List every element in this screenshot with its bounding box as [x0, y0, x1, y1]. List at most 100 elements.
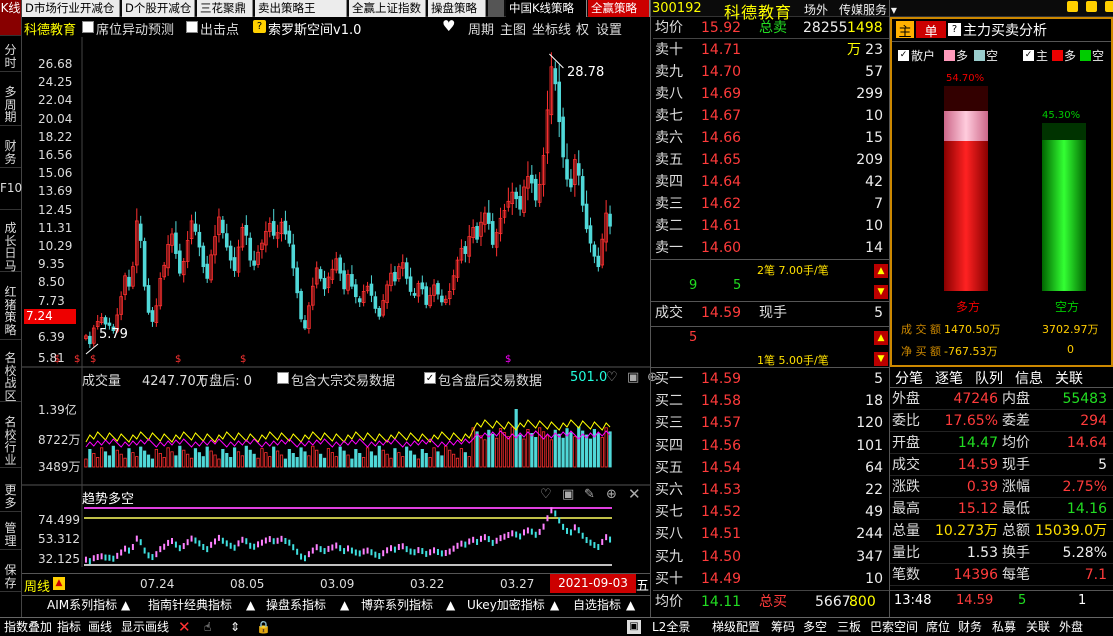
menu-shanghai-index[interactable]: 全赢上证指数: [349, 0, 426, 17]
ask-scroll-down[interactable]: ▼: [874, 285, 888, 299]
status-third-board[interactable]: 三板: [837, 619, 861, 636]
tab-game-arrow[interactable]: ▲: [446, 597, 455, 614]
status-seat[interactable]: 席位: [926, 619, 950, 636]
status-l2[interactable]: L2全景: [652, 619, 690, 636]
tab-ukey-arrow[interactable]: ▲: [550, 597, 559, 614]
menu-rights[interactable]: 权: [576, 19, 589, 38]
checkbox-block-trade[interactable]: [277, 372, 289, 384]
bid-scroll-up[interactable]: ▲: [874, 331, 888, 345]
tab-compass-arrow[interactable]: ▲: [246, 597, 255, 614]
status-finance[interactable]: 财务: [958, 619, 982, 636]
close-draw-icon[interactable]: ✕: [178, 619, 191, 636]
bid-row[interactable]: 买三 14.57 120: [653, 412, 889, 434]
menu-sell-strategy[interactable]: 卖出策略王: [255, 0, 347, 17]
trend-zoom-icon[interactable]: ⊕: [606, 487, 617, 502]
tab-related[interactable]: 关联: [1055, 368, 1083, 388]
bid-row[interactable]: 买十 14.49 10: [653, 568, 889, 590]
vertical-move-icon[interactable]: ⇕: [230, 619, 240, 636]
checkbox-seat-forecast[interactable]: [82, 21, 94, 33]
status-outer[interactable]: 外盘: [1059, 619, 1083, 636]
checkbox-strike-point[interactable]: [186, 21, 198, 33]
bid-row[interactable]: 买二 14.58 18: [653, 390, 889, 412]
tab-custom[interactable]: 自选指标: [573, 597, 621, 614]
fund-help-icon[interactable]: ?: [948, 23, 961, 36]
ask-row[interactable]: 卖三 14.62 7: [653, 193, 889, 215]
tab-f10[interactable]: F10: [0, 180, 22, 210]
menu-axis[interactable]: 坐标线: [532, 19, 571, 38]
bid-row[interactable]: 买五 14.54 64: [653, 457, 889, 479]
ask-row[interactable]: 卖四 14.64 42: [653, 171, 889, 193]
tab-game[interactable]: 博弈系列指标: [361, 597, 433, 614]
pointer-icon[interactable]: ☝: [204, 619, 211, 636]
trend-save-icon[interactable]: ▣: [562, 487, 574, 502]
status-ladder[interactable]: 梯级配置: [712, 619, 760, 636]
ask-row[interactable]: 卖一 14.60 14: [653, 237, 889, 259]
status-long-short[interactable]: 多空: [803, 619, 827, 636]
tab-main-force[interactable]: 主: [896, 21, 914, 40]
status-chips[interactable]: 筹码: [771, 619, 795, 636]
tab-more[interactable]: 更多: [0, 482, 21, 512]
status-draw[interactable]: 画线: [88, 619, 112, 636]
help-icon[interactable]: ?: [253, 20, 266, 33]
tab-aim-arrow[interactable]: ▲: [121, 597, 130, 614]
status-private[interactable]: 私募: [992, 619, 1016, 636]
tab-school-industry[interactable]: 名校行业: [0, 414, 21, 468]
heart-icon[interactable]: ♥: [442, 17, 455, 35]
status-show-draw[interactable]: 显示画线: [121, 619, 169, 636]
status-related[interactable]: 关联: [1026, 619, 1050, 636]
tab-ticks[interactable]: 分笔: [895, 368, 923, 388]
checkbox-retail[interactable]: ✓: [898, 50, 909, 61]
menu-quanying[interactable]: 全赢策略: [588, 0, 650, 17]
bid-row[interactable]: 买八 14.51 244: [653, 523, 889, 545]
menu-sanhua[interactable]: 三花聚鼎: [197, 0, 253, 17]
ask-row[interactable]: 卖十 14.71 23: [653, 39, 889, 61]
tab-compass[interactable]: 指南针经典指标: [148, 597, 232, 614]
trend-settings-icon[interactable]: ✎: [584, 487, 595, 502]
tab-operation-arrow[interactable]: ▲: [340, 597, 349, 614]
period-warning-icon[interactable]: ▲: [53, 577, 65, 590]
tab-red-pig[interactable]: 红猪策略: [0, 284, 21, 340]
heart-icon-2[interactable]: ♡: [606, 370, 618, 385]
tab-multi-period[interactable]: 多周期: [0, 84, 21, 126]
lock-panel-icon[interactable]: ▣: [627, 620, 641, 634]
tab-finance[interactable]: 财务: [0, 138, 21, 168]
tab-aim[interactable]: AIM系列指标: [47, 597, 117, 614]
trend-heart-icon[interactable]: ♡: [540, 487, 552, 502]
bid-row[interactable]: 买七 14.52 49: [653, 501, 889, 523]
bid-row[interactable]: 买四 14.56 101: [653, 435, 889, 457]
tab-tick-by-tick[interactable]: 逐笔: [935, 368, 963, 388]
lock-icon[interactable]: 🔒: [256, 619, 271, 636]
status-index-overlay[interactable]: 指数叠加: [4, 619, 52, 636]
tab-info[interactable]: 信息: [1015, 368, 1043, 388]
tab-queue[interactable]: 队列: [975, 368, 1003, 388]
tab-manage[interactable]: 管理: [0, 520, 21, 550]
checkbox-after-hours[interactable]: ✓: [424, 372, 436, 384]
tab-timeshare[interactable]: 分时: [0, 42, 21, 72]
menu-market-industry[interactable]: D市场行业开减仓: [22, 0, 120, 17]
ask-row[interactable]: 卖九 14.70 57: [653, 61, 889, 83]
bid-row[interactable]: 买六 14.53 22: [653, 479, 889, 501]
tab-ukey[interactable]: Ukey加密指标: [467, 597, 545, 614]
save-icon[interactable]: ▣: [627, 370, 639, 385]
tab-custom-arrow[interactable]: ▲: [626, 597, 635, 614]
ask-row[interactable]: 卖八 14.69 299: [653, 83, 889, 105]
status-basuo[interactable]: 巴索空间: [870, 619, 918, 636]
trend-close-icon[interactable]: ✕: [628, 485, 641, 503]
menu-settings[interactable]: 设置: [596, 19, 622, 38]
menu-main-chart[interactable]: 主图: [500, 19, 526, 38]
tab-school-zone[interactable]: 名校战区: [0, 350, 21, 402]
ask-row[interactable]: 卖六 14.66 15: [653, 127, 889, 149]
status-indicator[interactable]: 指标: [57, 619, 81, 636]
ask-row[interactable]: 卖二 14.61 10: [653, 215, 889, 237]
tab-growth[interactable]: 成长日马: [0, 220, 21, 272]
bid-scroll-down[interactable]: ▼: [874, 352, 888, 366]
menu-stock-position[interactable]: D个股开减仓: [122, 0, 195, 17]
menu-period[interactable]: 周期: [468, 19, 494, 38]
ask-row[interactable]: 卖五 14.65 209: [653, 149, 889, 171]
menu-china-kline[interactable]: 中国K线策略: [506, 0, 587, 17]
tab-operation[interactable]: 操盘系指标: [266, 597, 326, 614]
ask-scroll-up[interactable]: ▲: [874, 264, 888, 278]
tab-save[interactable]: 保存: [0, 562, 21, 592]
checkbox-main[interactable]: ✓: [1023, 50, 1034, 61]
tab-kline[interactable]: K线: [0, 0, 21, 36]
